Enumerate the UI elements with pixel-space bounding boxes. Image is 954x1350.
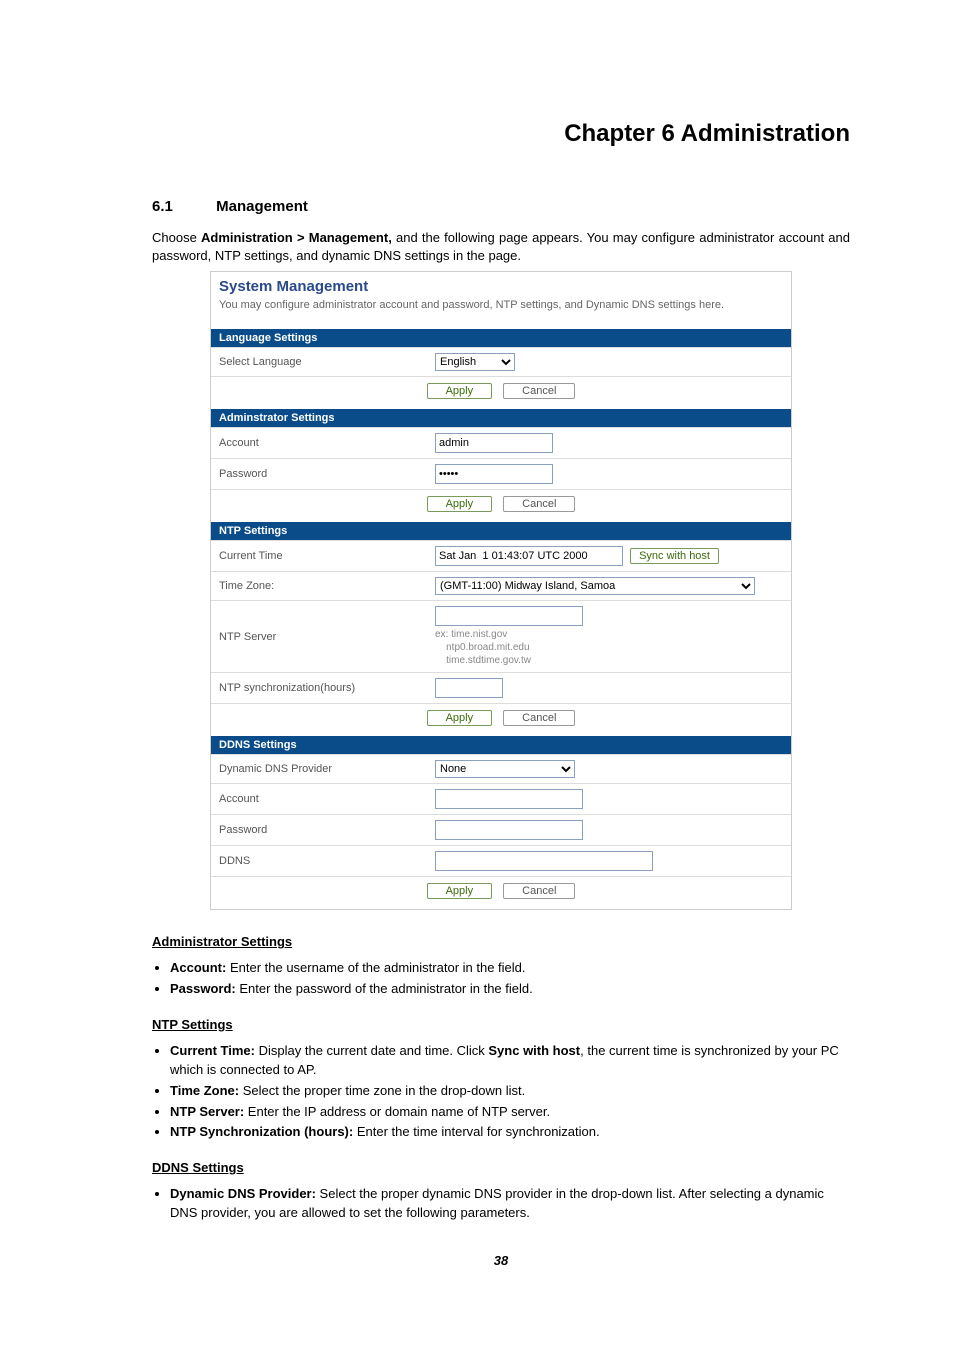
ntp-table: Current Time Sync with host Time Zone: (… (211, 540, 791, 703)
section-title: Management (216, 198, 308, 215)
doc-bold: Sync with host (488, 1043, 580, 1058)
ntp-server-hints: ex: time.nist.gov ntp0.broad.mit.edu tim… (435, 626, 783, 667)
doc-bold: Account: (170, 960, 226, 975)
admin-account-label: Account (211, 428, 427, 459)
ddns-account-input[interactable] (435, 789, 583, 809)
ntp-sync-hours-input[interactable] (435, 678, 503, 698)
ddns-provider-label: Dynamic DNS Provider (211, 755, 427, 784)
admin-account-input[interactable] (435, 433, 553, 453)
ntp-tz-label: Time Zone: (211, 572, 427, 601)
admin-cancel-button[interactable]: Cancel (503, 496, 575, 512)
doc-bold: Password: (170, 981, 236, 996)
section-number: 6.1 (152, 198, 212, 215)
doc-ntp-list: Current Time: Display the current date a… (170, 1042, 850, 1142)
ntp-cancel-button[interactable]: Cancel (503, 710, 575, 726)
ddns-password-label: Password (211, 815, 427, 846)
router-subdesc: You may configure administrator account … (211, 297, 791, 329)
doc-text: Enter the password of the administrator … (236, 981, 533, 996)
doc-ddns-title: DDNS Settings (152, 1160, 850, 1175)
page-number: 38 (152, 1253, 850, 1268)
doc-text: Select the proper time zone in the drop-… (239, 1083, 525, 1098)
language-table: Select Language English (211, 347, 791, 376)
router-screenshot: System Management You may configure admi… (210, 271, 792, 910)
list-item: Password: Enter the password of the admi… (170, 980, 850, 999)
list-item: Account: Enter the username of the admin… (170, 959, 850, 978)
timezone-dropdown[interactable]: (GMT-11:00) Midway Island, Samoa (435, 577, 755, 595)
document-page: Chapter 6 Administration 6.1 Management … (0, 0, 954, 1308)
ddns-field-input[interactable] (435, 851, 653, 871)
admin-settings-bar: Adminstrator Settings (211, 409, 791, 427)
sync-with-host-button[interactable]: Sync with host (630, 548, 719, 564)
ntp-server-input[interactable] (435, 606, 583, 626)
doc-admin-list: Account: Enter the username of the admin… (170, 959, 850, 999)
router-title: System Management (211, 272, 791, 297)
ddns-account-label: Account (211, 784, 427, 815)
ddns-button-row: Apply Cancel (211, 876, 791, 909)
list-item: Dynamic DNS Provider: Select the proper … (170, 1185, 850, 1223)
select-language-label: Select Language (211, 348, 427, 377)
ddns-password-input[interactable] (435, 820, 583, 840)
doc-bold: Dynamic DNS Provider: (170, 1186, 316, 1201)
admin-password-label: Password (211, 459, 427, 490)
admin-table: Account Password (211, 427, 791, 489)
language-button-row: Apply Cancel (211, 376, 791, 409)
doc-text: Enter the time interval for synchronizat… (353, 1124, 599, 1139)
doc-bold: Current Time: (170, 1043, 255, 1058)
ntp-settings-bar: NTP Settings (211, 522, 791, 540)
ddns-table: Dynamic DNS Provider None Account Passwo… (211, 754, 791, 876)
select-language-dropdown[interactable]: English (435, 353, 515, 371)
ntp-server-label: NTP Server (211, 601, 427, 673)
admin-button-row: Apply Cancel (211, 489, 791, 522)
doc-text: Enter the IP address or domain name of N… (244, 1104, 550, 1119)
intro-bold: Administration > Management, (201, 230, 392, 245)
list-item: Time Zone: Select the proper time zone i… (170, 1082, 850, 1101)
list-item: NTP Synchronization (hours): Enter the t… (170, 1123, 850, 1142)
section-header: 6.1 Management (152, 198, 850, 215)
ddns-field-label: DDNS (211, 846, 427, 877)
ntp-apply-button[interactable]: Apply (427, 710, 493, 726)
ddns-cancel-button[interactable]: Cancel (503, 883, 575, 899)
doc-ddns-list: Dynamic DNS Provider: Select the proper … (170, 1185, 850, 1223)
language-settings-bar: Language Settings (211, 329, 791, 347)
doc-text: Enter the username of the administrator … (226, 960, 525, 975)
doc-bold: NTP Synchronization (hours): (170, 1124, 353, 1139)
admin-password-input[interactable] (435, 464, 553, 484)
ntp-current-time-input[interactable] (435, 546, 623, 566)
doc-ntp-title: NTP Settings (152, 1017, 850, 1032)
list-item: NTP Server: Enter the IP address or doma… (170, 1103, 850, 1122)
list-item: Current Time: Display the current date a… (170, 1042, 850, 1080)
ntp-current-label: Current Time (211, 541, 427, 572)
ddns-apply-button[interactable]: Apply (427, 883, 493, 899)
intro-paragraph: Choose Administration > Management, and … (152, 229, 850, 265)
doc-text: Display the current date and time. Click (255, 1043, 488, 1058)
language-cancel-button[interactable]: Cancel (503, 383, 575, 399)
ddns-provider-dropdown[interactable]: None (435, 760, 575, 778)
doc-bold: NTP Server: (170, 1104, 244, 1119)
doc-admin-title: Administrator Settings (152, 934, 850, 949)
admin-apply-button[interactable]: Apply (427, 496, 493, 512)
ntp-button-row: Apply Cancel (211, 703, 791, 736)
ntp-sync-hours-label: NTP synchronization(hours) (211, 673, 427, 704)
language-apply-button[interactable]: Apply (427, 383, 493, 399)
chapter-title: Chapter 6 Administration (152, 120, 850, 148)
doc-bold: Time Zone: (170, 1083, 239, 1098)
intro-pre: Choose (152, 230, 201, 245)
ddns-settings-bar: DDNS Settings (211, 736, 791, 754)
